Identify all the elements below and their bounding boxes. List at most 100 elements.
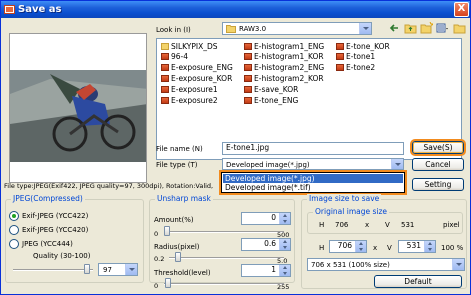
v-spinner[interactable]: 531: [398, 240, 436, 253]
cancel-button[interactable]: Cancel: [412, 158, 464, 171]
chevron-down-icon[interactable]: [359, 23, 371, 34]
back-icon[interactable]: [388, 22, 401, 34]
threshold-min: 0: [154, 282, 159, 290]
image-file-icon: [244, 64, 252, 71]
size-preset-combo[interactable]: 706 x 531 (100% size): [307, 258, 465, 271]
threshold-slider-thumb[interactable]: [165, 278, 171, 288]
image-file-icon: [244, 43, 252, 50]
file-type-option-tif[interactable]: Developed image(*.tif): [223, 183, 403, 192]
spinner-arrows-icon[interactable]: [279, 213, 290, 224]
orig-h-value: 706: [335, 221, 349, 229]
radio-exif-ycc420[interactable]: [9, 225, 19, 235]
list-item[interactable]: E-tone2: [336, 63, 375, 72]
file-name-input[interactable]: E-tone1.jpg: [222, 142, 404, 155]
file-name-label: File name (N): [156, 145, 203, 153]
list-item[interactable]: E-save_KOR: [244, 85, 298, 94]
file-type-option-jpg[interactable]: Developed image(*.jpg): [223, 174, 403, 183]
amount-min: 0: [154, 230, 159, 238]
close-button[interactable]: X: [454, 2, 469, 17]
list-item[interactable]: E-histogram2_ENG: [244, 63, 324, 72]
spinner-arrows-icon[interactable]: [279, 239, 290, 250]
quality-label: Quality (30-100): [33, 252, 91, 260]
radius-slider[interactable]: [169, 257, 284, 259]
list-item[interactable]: E-histogram1_ENG: [244, 42, 324, 51]
image-file-icon: [161, 64, 169, 71]
title-bar[interactable]: Save as X: [1, 1, 470, 18]
default-button[interactable]: Default: [374, 275, 462, 288]
list-item[interactable]: E-histogram2_KOR: [244, 74, 324, 83]
h-label: H: [319, 244, 325, 252]
radio-jpeg-ycc444[interactable]: [9, 239, 19, 249]
list-item[interactable]: E-histogram1_KOR: [244, 52, 324, 61]
radio-label: Exif-JPEG (YCC420): [22, 226, 89, 234]
spinner-arrows-icon[interactable]: [424, 241, 435, 252]
amount-label: Amount(%): [154, 216, 194, 224]
quality-value: 97: [103, 266, 112, 274]
list-item[interactable]: E-exposure_KOR: [161, 74, 232, 83]
v-label: V: [387, 244, 392, 252]
image-file-icon: [336, 64, 344, 71]
original-size-title: Original image size: [313, 207, 390, 217]
quality-combo[interactable]: 97: [98, 263, 138, 276]
orig-v-value: 531: [401, 221, 415, 229]
save-button[interactable]: Save(S): [410, 139, 466, 156]
favorites-icon[interactable]: [453, 22, 466, 34]
image-file-icon: [161, 75, 169, 82]
size-preset-value: 706 x 531 (100% size): [311, 261, 390, 269]
radio-label: JPEG (YCC444): [22, 240, 73, 248]
image-file-icon: [336, 53, 344, 60]
image-file-icon: [161, 53, 169, 60]
threshold-spinner[interactable]: 1: [241, 264, 291, 277]
file-type-dropdown[interactable]: Developed image(*.jpg) Developed image(*…: [219, 170, 407, 195]
spinner-arrows-icon[interactable]: [279, 265, 290, 276]
file-type-value: Developed image(*.jpg): [226, 161, 310, 169]
percent-text: 100 %: [441, 244, 464, 252]
image-file-icon: [244, 97, 252, 104]
file-type-label: File type (T): [156, 161, 198, 169]
up-folder-icon[interactable]: [404, 22, 417, 34]
new-folder-icon[interactable]: [420, 21, 435, 34]
amount-spinner[interactable]: 0: [241, 212, 291, 225]
jpeg-group-title: JPEG(Compressed): [11, 194, 85, 204]
save-as-dialog: Save as X Look in (I) RAW3.0 SILKYPIX_DS…: [0, 0, 471, 295]
quality-slider-thumb[interactable]: [83, 264, 90, 274]
list-item[interactable]: E-tone1: [336, 52, 375, 61]
list-item[interactable]: E-tone_KOR: [336, 42, 390, 51]
threshold-slider[interactable]: [164, 283, 284, 285]
radius-slider-thumb[interactable]: [175, 252, 181, 262]
list-item[interactable]: SILKYPIX_DS: [161, 42, 218, 51]
amount-slider[interactable]: [164, 231, 284, 233]
chevron-down-icon[interactable]: [125, 264, 137, 275]
list-item[interactable]: E-tone_ENG: [244, 96, 298, 105]
list-item[interactable]: E-exposure1: [161, 85, 218, 94]
file-info-text: File type:JPEG(Exif422, JPEG quality=97,…: [4, 182, 214, 190]
unsharp-group-title: Unsharp mask: [155, 194, 213, 204]
setting-button[interactable]: Setting: [412, 178, 464, 191]
list-item[interactable]: 96-4: [161, 52, 188, 61]
x-label: x: [373, 244, 378, 252]
orig-x-label: x: [365, 221, 370, 229]
view-menu-icon[interactable]: [436, 22, 449, 34]
look-in-label: Look in (I): [156, 26, 191, 34]
image-file-icon: [244, 86, 252, 93]
look-in-combo[interactable]: RAW3.0: [222, 22, 372, 35]
chevron-down-icon[interactable]: [452, 259, 464, 270]
cyclist-photo: [10, 34, 146, 182]
list-item[interactable]: E-exposure2: [161, 96, 218, 105]
image-file-icon: [161, 97, 169, 104]
chevron-down-icon[interactable]: [391, 159, 403, 169]
image-file-icon: [244, 53, 252, 60]
app-icon: [4, 5, 15, 14]
list-item[interactable]: E-exposure_ENG: [161, 63, 233, 72]
spinner-arrows-icon[interactable]: [355, 241, 366, 252]
image-file-icon: [161, 86, 169, 93]
v-value: 531: [406, 241, 421, 250]
file-type-combo[interactable]: Developed image(*.jpg): [222, 158, 404, 170]
radius-label: Radius(pixel): [154, 243, 200, 251]
quality-slider[interactable]: [13, 269, 93, 271]
radio-exif-ycc422[interactable]: [9, 211, 19, 221]
image-preview: [9, 33, 147, 183]
amount-slider-thumb[interactable]: [164, 226, 170, 236]
radius-spinner[interactable]: 0.6: [241, 238, 291, 251]
h-spinner[interactable]: 706: [329, 240, 367, 253]
